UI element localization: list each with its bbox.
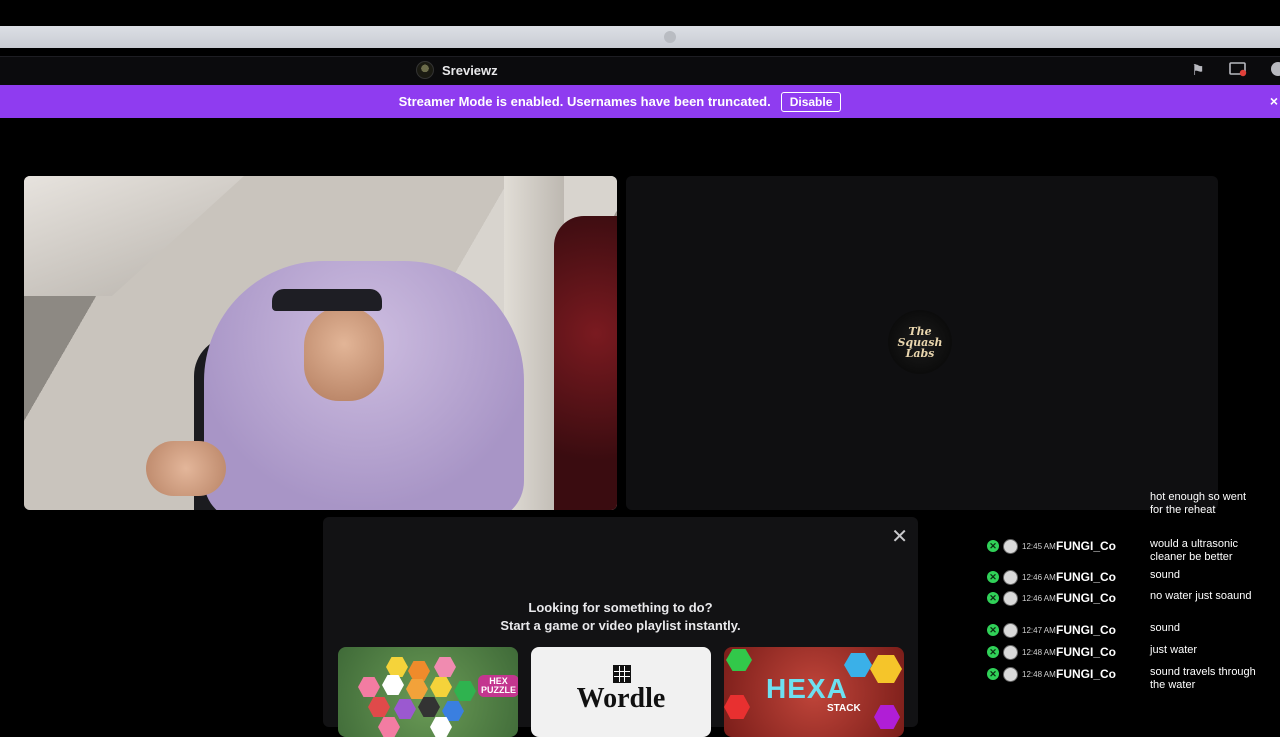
card-subtitle: STACK (827, 703, 861, 714)
chat-time: 12:48 AM (1022, 670, 1056, 679)
chat-text: no water just soaund (1150, 590, 1252, 602)
card-title: Wordle (576, 683, 666, 714)
chat-username[interactable]: FUNGI_Co (1056, 570, 1116, 584)
close-icon[interactable]: × (1270, 93, 1278, 109)
heading-line-1: Looking for something to do? (528, 600, 713, 615)
chat-text: would a ultrasonic cleaner be better (1150, 538, 1239, 563)
webcam-video-tile[interactable] (24, 176, 617, 510)
disable-button[interactable]: Disable (780, 91, 842, 112)
avatar (1003, 645, 1018, 660)
avatar (1003, 539, 1018, 554)
logo-line-3: Labs (905, 346, 935, 360)
activity-heading: Looking for something to do? Start a gam… (323, 599, 918, 635)
badge-icon: ✕ (987, 592, 999, 604)
activity-card-wordle[interactable]: Wordle (531, 647, 711, 737)
chat-time: 12:47 AM (1022, 626, 1056, 635)
chat-username[interactable]: FUNGI_Co (1056, 645, 1116, 659)
badge-icon: ✕ (987, 624, 999, 636)
top-black-strip (0, 0, 1280, 26)
chat-text: just water (1150, 644, 1198, 656)
streamer-mode-banner: Streamer Mode is enabled. Usernames have… (0, 85, 1280, 118)
avatar (1003, 623, 1018, 638)
streamer-user[interactable]: Sreviewz (416, 61, 498, 79)
browser-indicator-dot (664, 31, 676, 43)
activity-launcher-panel: ✕ Looking for something to do? Start a g… (323, 517, 918, 737)
red-jacket (554, 216, 617, 510)
close-icon[interactable]: ✕ (891, 527, 908, 547)
activity-card-hexa-stack[interactable]: HEXA STACK (724, 647, 904, 737)
heading-line-2: Start a game or video playlist instantly… (500, 618, 741, 633)
title-bar: Sreviewz ⚑ (0, 56, 1280, 85)
chat-text: hot enough so went for the reheat (1150, 491, 1247, 516)
squash-labs-logo: The Squash Labs (888, 310, 952, 374)
card-title: HEXA (766, 673, 848, 705)
hexa-title-text: HEXA (766, 673, 848, 704)
flag-icon[interactable]: ⚑ (1188, 61, 1208, 81)
chat-time: 12:46 AM (1022, 573, 1056, 582)
card-title: HEX PUZZLE (478, 675, 518, 697)
chat-text: sound (1150, 622, 1180, 634)
chat-time: 12:46 AM (1022, 594, 1056, 603)
banner-message: Streamer Mode is enabled. Usernames have… (398, 94, 771, 109)
chat-time: 12:45 AM (1022, 542, 1056, 551)
chat-username[interactable]: FUNGI_Co (1056, 591, 1116, 605)
badge-icon: ✕ (987, 668, 999, 680)
activity-card-hex-puzzle[interactable]: HEX PUZZLE (338, 647, 518, 737)
chat-time: 12:48 AM (1022, 648, 1056, 657)
wordle-grid-icon (613, 665, 631, 683)
chat-username[interactable]: FUNGI_Co (1056, 623, 1116, 637)
badge-icon: ✕ (987, 540, 999, 552)
person-hand (146, 441, 226, 496)
browser-bar (0, 26, 1280, 48)
avatar (1003, 667, 1018, 682)
help-icon[interactable] (1268, 61, 1280, 81)
person-cap (272, 289, 382, 311)
person-face (304, 306, 384, 401)
screen-record-icon[interactable] (1228, 61, 1248, 81)
badge-icon: ✕ (987, 571, 999, 583)
badge-icon: ✕ (987, 646, 999, 658)
chat-username[interactable]: FUNGI_Co (1056, 539, 1116, 553)
logo-line-1: The (908, 324, 932, 338)
username: Sreviewz (442, 62, 498, 78)
avatar (1003, 570, 1018, 585)
logo-line-2: Squash (897, 335, 943, 349)
chat-text: sound travels through the water (1150, 666, 1256, 691)
avatar (1003, 591, 1018, 606)
avatar (416, 61, 434, 79)
chat-text: sound (1150, 569, 1180, 581)
chat-username[interactable]: FUNGI_Co (1056, 667, 1116, 681)
